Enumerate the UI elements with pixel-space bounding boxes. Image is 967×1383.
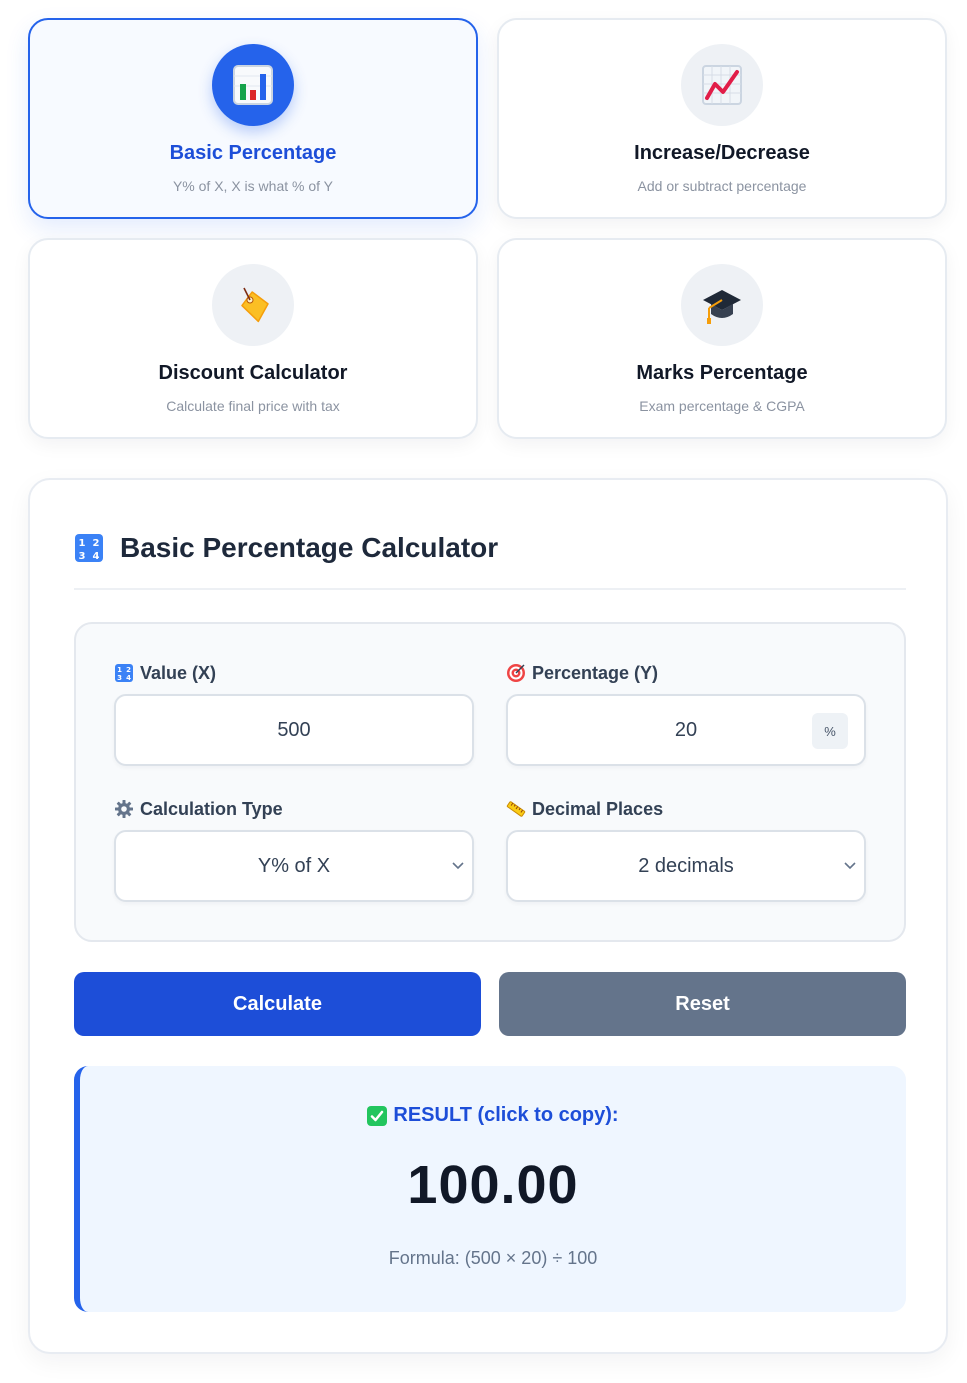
svg-text:1: 1 bbox=[79, 538, 86, 549]
value-x-label: Value (X) bbox=[140, 662, 217, 683]
result-formula: Formula: (500 × 20) ÷ 100 bbox=[388, 1248, 598, 1268]
numbers-icon: 1 2 3 4 bbox=[115, 664, 133, 682]
calculation-type-select[interactable]: Y% of X bbox=[114, 830, 474, 902]
chevron-down-icon bbox=[844, 862, 856, 870]
numbers-icon: 1 2 3 4 bbox=[75, 534, 103, 562]
decimal-places-label: Decimal Places bbox=[532, 798, 664, 819]
mode-card-title: Marks Percentage bbox=[636, 362, 808, 384]
gear-icon bbox=[115, 800, 133, 818]
percentage-y-label: Percentage (Y) bbox=[532, 662, 659, 683]
header-divider bbox=[74, 588, 906, 590]
mode-card-marks-percentage[interactable]: Marks Percentage Exam percentage & CGPA bbox=[497, 238, 947, 439]
calculator-title: Basic Percentage Calculator bbox=[120, 532, 499, 563]
svg-text:1: 1 bbox=[117, 666, 122, 674]
target-icon bbox=[507, 664, 525, 682]
chevron-down-icon bbox=[452, 862, 464, 870]
value-x-field: 1 2 3 4 Value (X) bbox=[114, 662, 474, 766]
percent-suffix: % bbox=[812, 713, 848, 749]
trending-chart-icon bbox=[681, 44, 763, 126]
svg-text:2: 2 bbox=[93, 538, 100, 549]
mode-card-subtitle: Y% of X, X is what % of Y bbox=[172, 178, 334, 194]
svg-text:3: 3 bbox=[79, 551, 86, 562]
mode-card-subtitle: Exam percentage & CGPA bbox=[639, 398, 805, 414]
mode-card-basic-percentage[interactable]: Basic Percentage Y% of X, X is what % of… bbox=[28, 18, 478, 219]
svg-text:2: 2 bbox=[126, 666, 131, 674]
decimal-places-value: 2 decimals bbox=[638, 854, 734, 877]
mode-card-increase-decrease[interactable]: Increase/Decrease Add or subtract percen… bbox=[497, 18, 947, 219]
inputs-section: 1 2 3 4 Value (X) Percen bbox=[74, 622, 906, 942]
ruler-icon bbox=[506, 801, 526, 817]
percentage-y-field: Percentage (Y) % bbox=[506, 662, 866, 766]
percentage-y-input[interactable] bbox=[508, 696, 864, 764]
calculator-panel: 1 2 3 4 Basic Percentage Calculator 1 2 … bbox=[28, 478, 948, 1354]
mode-card-subtitle: Add or subtract percentage bbox=[637, 178, 807, 194]
calculation-type-label: Calculation Type bbox=[140, 798, 283, 819]
result-box[interactable]: RESULT (click to copy): 100.00 Formula: … bbox=[74, 1066, 906, 1312]
calculate-button[interactable]: Calculate bbox=[74, 972, 481, 1036]
svg-text:4: 4 bbox=[93, 551, 100, 562]
reset-button[interactable]: Reset bbox=[499, 972, 906, 1036]
mode-card-title: Basic Percentage bbox=[169, 142, 337, 164]
calculation-type-field: Calculation Type Y% of X bbox=[114, 798, 474, 902]
decimal-places-field: Decimal Places 2 decimals bbox=[506, 798, 866, 902]
svg-text:4: 4 bbox=[126, 674, 131, 682]
bar-chart-icon bbox=[212, 44, 294, 126]
mode-card-title: Discount Calculator bbox=[158, 362, 348, 384]
svg-text:3: 3 bbox=[117, 674, 122, 682]
result-value: 100.00 bbox=[407, 1155, 579, 1215]
result-label: RESULT (click to copy): bbox=[393, 1104, 619, 1126]
mode-card-discount-calculator[interactable]: Discount Calculator Calculate final pric… bbox=[28, 238, 478, 439]
decimal-places-select[interactable]: 2 decimals bbox=[506, 830, 866, 902]
mode-card-title: Increase/Decrease bbox=[634, 142, 810, 164]
price-tag-icon bbox=[212, 264, 294, 346]
calculator-header: 1 2 3 4 Basic Percentage Calculator bbox=[74, 528, 498, 568]
graduation-cap-icon bbox=[681, 264, 763, 346]
calculation-type-value: Y% of X bbox=[257, 854, 331, 877]
value-x-input[interactable] bbox=[116, 696, 472, 764]
check-icon bbox=[367, 1105, 388, 1126]
mode-card-subtitle: Calculate final price with tax bbox=[166, 398, 340, 414]
